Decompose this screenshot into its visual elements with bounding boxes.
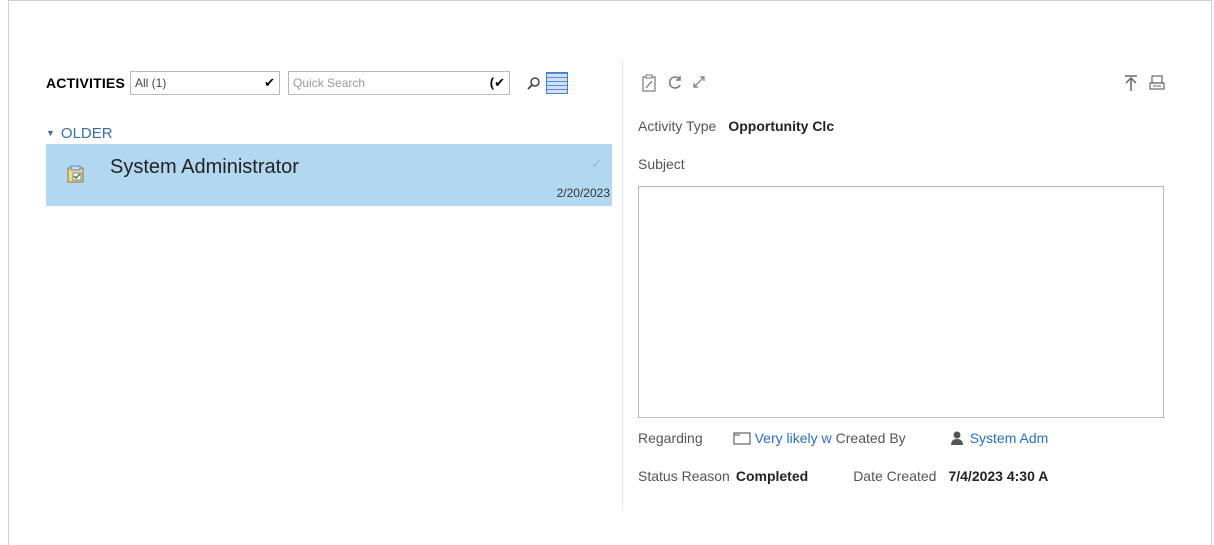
expand-icon[interactable] (690, 74, 708, 92)
calendar-icon[interactable] (546, 72, 569, 94)
regarding-label: Regarding (638, 430, 703, 446)
activity-list-item[interactable]: System Administrator ✓ 2/20/2023 (46, 144, 612, 206)
activity-owner-name: System Administrator (110, 156, 299, 178)
chevron-down-icon[interactable]: (✔ (490, 75, 505, 91)
edit-icon[interactable] (640, 74, 658, 92)
record-icon (733, 431, 751, 445)
activity-type-row: Activity Type Opportunity Clc (638, 118, 834, 134)
activity-date: 2/20/2023 (556, 186, 610, 200)
regarding-row: Regarding Very likely w Created By Syste… (638, 430, 1168, 446)
view-select-value: All (1) (135, 76, 167, 90)
status-reason-label: Status Reason (638, 468, 730, 484)
detail-toolbar (638, 70, 1168, 98)
activity-type-label: Activity Type (638, 118, 717, 134)
subject-field[interactable] (638, 186, 1164, 418)
date-created-value: 7/4/2023 4:30 A (948, 468, 1049, 484)
activities-header: ACTIVITIES All (1) ✔ (✔ (46, 70, 612, 96)
group-header-label: OLDER (60, 124, 113, 142)
regarding-link[interactable]: Very likely w (755, 430, 832, 446)
activities-panel: ACTIVITIES All (1) ✔ (✔ ▼ OLDER System A… (46, 70, 612, 206)
quick-search-box[interactable]: (✔ (288, 71, 511, 95)
collapse-triangle-icon: ▼ (46, 128, 55, 138)
task-icon (66, 164, 86, 184)
created-by-label: Created By (835, 430, 906, 446)
status-row: Status Reason Completed Date Created 7/4… (638, 468, 1168, 484)
quick-search-input[interactable] (293, 76, 474, 90)
status-reason-value: Completed (735, 468, 809, 484)
print-icon[interactable] (1148, 74, 1166, 92)
panel-divider (622, 60, 623, 510)
subject-row: Subject (638, 156, 685, 172)
refresh-icon[interactable] (666, 74, 684, 92)
activities-title: ACTIVITIES (46, 75, 126, 91)
checkmark-icon: ✓ (591, 156, 602, 171)
user-icon (950, 430, 964, 446)
search-icon[interactable] (526, 73, 542, 93)
activity-type-value: Opportunity Clc (728, 118, 835, 134)
group-header-older[interactable]: ▼ OLDER (46, 122, 612, 144)
pin-icon[interactable] (1122, 74, 1140, 92)
view-select[interactable]: All (1) ✔ (130, 71, 281, 95)
created-by-link[interactable]: System Adm (970, 430, 1049, 446)
chevron-down-icon: ✔ (264, 75, 276, 90)
subject-label: Subject (638, 156, 685, 172)
date-created-label: Date Created (853, 468, 937, 484)
activity-detail-panel: Activity Type Opportunity Clc Subject Re… (638, 70, 1168, 484)
